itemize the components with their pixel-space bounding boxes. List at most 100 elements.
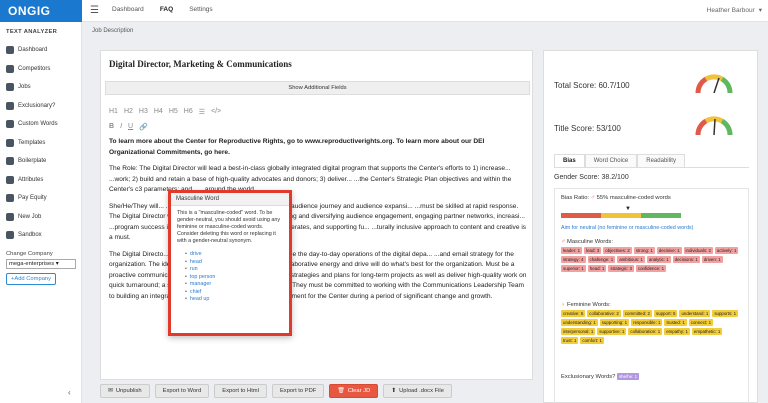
sidebar-title: TEXT ANALYZER bbox=[6, 29, 58, 35]
gender-score: Gender Score: 38.2/100 bbox=[554, 174, 629, 181]
popup-header: Masculine Word bbox=[171, 193, 289, 206]
unpublish-button[interactable]: ✉ Unpublish bbox=[100, 384, 150, 398]
feminine-tag[interactable]: collaborative: 2 bbox=[587, 310, 621, 317]
format-toolbar: B I U 🔗 bbox=[109, 123, 148, 131]
masculine-tag[interactable]: objectives: 2 bbox=[603, 247, 632, 254]
bias-ratio-value: 55% masculine-coded words bbox=[596, 195, 671, 201]
h5-button[interactable]: H5 bbox=[169, 108, 178, 116]
add-company-button[interactable]: +Add Company bbox=[6, 272, 56, 285]
masculine-tag[interactable]: individuals: 2 bbox=[683, 247, 713, 254]
synonym-item[interactable]: head bbox=[185, 259, 283, 267]
masculine-tag[interactable]: analytic: 1 bbox=[646, 256, 671, 263]
feminine-tag[interactable]: empathetic: 1 bbox=[691, 328, 723, 335]
plus-icon bbox=[6, 212, 14, 221]
feminine-tag[interactable]: supportive: 1 bbox=[597, 328, 627, 335]
synonym-item[interactable]: manager bbox=[185, 281, 283, 289]
top-nav: Dashboard FAQ Settings bbox=[112, 6, 213, 13]
feminine-tag[interactable]: comfort: 1 bbox=[580, 337, 604, 344]
masculine-tag[interactable]: confidence: 1 bbox=[635, 265, 667, 272]
h4-button[interactable]: H4 bbox=[154, 108, 163, 116]
sidebar-item-sandbox[interactable]: Sandbox bbox=[0, 226, 81, 245]
feminine-tag[interactable]: support: 5 bbox=[653, 310, 678, 317]
clear-jd-button[interactable]: 🗑 Clear JD bbox=[329, 384, 379, 398]
feminine-tag[interactable]: connect: 1 bbox=[688, 319, 714, 326]
sidebar-item-competitors[interactable]: Competitors bbox=[0, 60, 81, 79]
underline-button[interactable]: U bbox=[128, 123, 133, 131]
sidebar-item-dashboard[interactable]: Dashboard bbox=[0, 41, 81, 60]
feminine-tag[interactable]: understand: 1 bbox=[679, 310, 711, 317]
export-word-button[interactable]: Export to Word bbox=[154, 384, 210, 398]
feminine-tag[interactable]: responsible: 1 bbox=[631, 319, 663, 326]
sidebar-item-custom-words[interactable]: Custom Words bbox=[0, 115, 81, 134]
feminine-words-row: ♀ Feminine Words: bbox=[561, 302, 611, 308]
ongig-logo[interactable]: ONGIG bbox=[0, 0, 82, 22]
exclusionary-tag[interactable]: she/he: 1 bbox=[616, 373, 640, 380]
sidebar-item-boilerplate[interactable]: Boilerplate bbox=[0, 152, 81, 171]
h2-button[interactable]: H2 bbox=[124, 108, 133, 116]
upload-docx-button[interactable]: ⬆ Upload .docx File bbox=[383, 384, 452, 398]
link-icon[interactable]: 🔗 bbox=[139, 123, 148, 131]
h1-button[interactable]: H1 bbox=[109, 108, 118, 116]
feminine-tag[interactable]: supporting: 1 bbox=[599, 319, 630, 326]
masculine-tag[interactable]: driven: 1 bbox=[701, 256, 723, 263]
question-icon bbox=[6, 101, 14, 110]
export-html-button[interactable]: Export to Html bbox=[214, 384, 267, 398]
synonym-item[interactable]: drive bbox=[185, 251, 283, 259]
feminine-tag[interactable]: collaboration: 1 bbox=[628, 328, 663, 335]
synonym-item[interactable]: run bbox=[185, 266, 283, 274]
masculine-tag[interactable]: ambitious: 1 bbox=[617, 256, 645, 263]
dashboard-icon bbox=[6, 46, 14, 55]
upload-icon: ⬆ bbox=[391, 388, 397, 394]
list-icon[interactable]: ☰ bbox=[199, 108, 205, 116]
synonym-item[interactable]: top person bbox=[185, 274, 283, 282]
tab-word-choice[interactable]: Word Choice bbox=[584, 154, 638, 167]
tab-bias[interactable]: Bias bbox=[554, 154, 585, 167]
italic-button[interactable]: I bbox=[120, 123, 122, 131]
h6-button[interactable]: H6 bbox=[184, 108, 193, 116]
sidebar-item-new-job[interactable]: New Job bbox=[0, 208, 81, 227]
feminine-tag[interactable]: creative: 5 bbox=[561, 310, 586, 317]
tab-readability[interactable]: Readability bbox=[637, 154, 685, 167]
chevron-left-icon[interactable]: ‹ bbox=[68, 388, 71, 397]
sidebar-item-attributes[interactable]: Attributes bbox=[0, 171, 81, 190]
hamburger-menu-icon[interactable]: ☰ bbox=[90, 5, 99, 16]
export-pdf-button[interactable]: Export to PDF bbox=[271, 384, 325, 398]
sidebar-item-templates[interactable]: Templates bbox=[0, 134, 81, 153]
user-menu[interactable]: Heather Barbour ▾ bbox=[707, 6, 762, 15]
job-title[interactable]: Digital Director, Marketing & Communicat… bbox=[109, 59, 292, 69]
masculine-tag[interactable]: superior: 1 bbox=[561, 265, 586, 272]
nav-faq[interactable]: FAQ bbox=[160, 6, 173, 13]
feminine-tag[interactable]: understanding: 1 bbox=[561, 319, 598, 326]
masculine-tag[interactable]: strategic: 3 bbox=[608, 265, 634, 272]
sidebar-item-exclusionary[interactable]: Exclusionary? bbox=[0, 97, 81, 116]
feminine-tag[interactable]: supports: 1 bbox=[712, 310, 739, 317]
show-additional-fields-button[interactable]: Show Additional Fields bbox=[105, 81, 530, 95]
synonym-item[interactable]: head up bbox=[185, 296, 283, 304]
masculine-tag[interactable]: actively: 1 bbox=[714, 247, 739, 254]
sidebar-item-pay-equity[interactable]: Pay Equity bbox=[0, 189, 81, 208]
bold-button[interactable]: B bbox=[109, 123, 114, 131]
masculine-tag[interactable]: decisive: 1 bbox=[656, 247, 682, 254]
feminine-tag[interactable]: empathy: 1 bbox=[664, 328, 690, 335]
masculine-tag[interactable]: decisions: 1 bbox=[672, 256, 700, 263]
masculine-tag[interactable]: leader: 1 bbox=[561, 247, 583, 254]
masculine-tag[interactable]: challenge: 1 bbox=[587, 256, 616, 263]
masculine-tag[interactable]: strategy: 4 bbox=[561, 256, 586, 263]
nav-dashboard[interactable]: Dashboard bbox=[112, 6, 144, 13]
synonym-item[interactable]: chief bbox=[185, 289, 283, 297]
masculine-tag[interactable]: lead: 3 bbox=[584, 247, 602, 254]
company-select[interactable]: mega-enterprises ▾ bbox=[6, 258, 76, 269]
feminine-tag[interactable]: committed: 2 bbox=[622, 310, 652, 317]
feminine-tag[interactable]: interpersonal: 1 bbox=[561, 328, 596, 335]
feminine-tag[interactable]: trust: 1 bbox=[561, 337, 579, 344]
masculine-tag[interactable]: strong: 1 bbox=[633, 247, 655, 254]
nav-settings[interactable]: Settings bbox=[189, 6, 213, 13]
sidebar-item-label: Dashboard bbox=[18, 47, 48, 54]
h3-button[interactable]: H3 bbox=[139, 108, 148, 116]
masculine-tag[interactable]: head: 1 bbox=[587, 265, 607, 272]
sidebar-item-jobs[interactable]: Jobs bbox=[0, 78, 81, 97]
code-icon[interactable]: </> bbox=[211, 108, 221, 116]
feminine-tag[interactable]: trusted: 1 bbox=[664, 319, 687, 326]
bias-ratio-row: Bias Ratio: ♂ 55% masculine-coded words bbox=[561, 195, 671, 201]
aim-neutral-text: Aim for neutral (no feminine or masculin… bbox=[561, 225, 694, 231]
